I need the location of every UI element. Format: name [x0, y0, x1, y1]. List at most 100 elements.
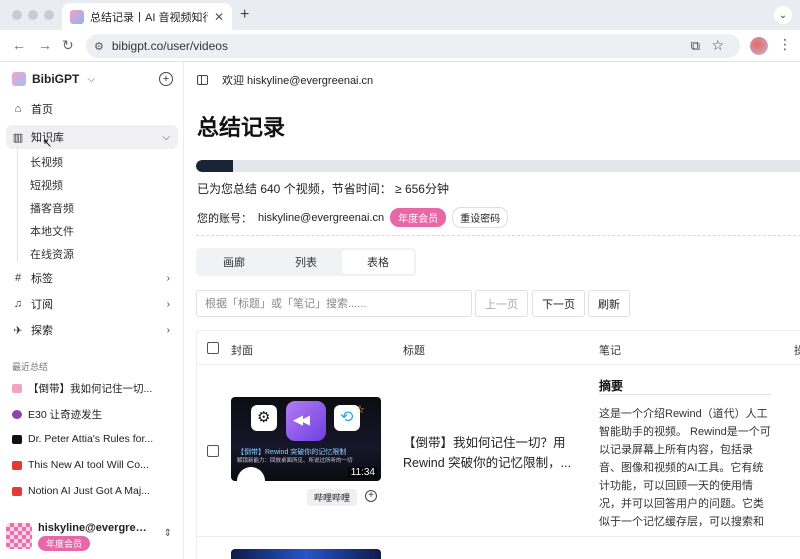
table-header: 封面 标题 笔记 操 — [197, 331, 800, 365]
column-header-actions: 操 — [794, 345, 800, 357]
membership-badge: 年度会员 — [38, 535, 91, 551]
chevron-right-icon: › — [166, 272, 170, 284]
recent-item[interactable]: Notion AI Just Got A Maj... — [12, 485, 177, 497]
home-icon: ⌂ — [14, 103, 22, 115]
reset-password-button[interactable]: 重设密码 — [452, 207, 509, 228]
omnibox[interactable]: ⚙ bibigpt.co/user/videos ⧉ ☆ — [86, 34, 740, 58]
chevron-down-icon: ⌵ — [87, 73, 95, 85]
workspace-switcher[interactable]: BibiGPT ⌵ — [12, 72, 95, 86]
chevron-right-icon: › — [166, 298, 170, 310]
chevron-right-icon: › — [166, 324, 170, 336]
sidebar-subitem-online[interactable]: 在线资源 — [30, 246, 74, 262]
note-text: 这是一个介绍Rewind（道代）人工智能助手的视频。 Rewind是一个可以记录… — [599, 408, 771, 528]
sidebar-subitem-long-video[interactable]: 长视频 — [30, 154, 63, 170]
divider — [196, 235, 800, 236]
sidebar-item-library[interactable]: ▥ 知识库 ⌵ — [6, 125, 178, 149]
page-title: 总结记录 — [197, 115, 286, 140]
recent-item[interactable]: Dr. Peter Attia's Rules for... — [12, 433, 177, 445]
youtube-icon — [12, 460, 22, 470]
tab-list[interactable]: 列表 — [270, 250, 342, 274]
new-tab-icon[interactable]: + — [240, 6, 249, 24]
search-input[interactable] — [196, 290, 472, 317]
bookmark-star-icon[interactable]: ☆ — [711, 37, 724, 54]
sidebar-subitem-short-video[interactable]: 短视频 — [30, 177, 63, 193]
main-content: 欢迎 hiskyline@evergreenai.cn 总结记录 已为您总结 6… — [185, 62, 800, 559]
next-page-button[interactable]: 下一页 — [532, 290, 585, 317]
toggle-sidebar-icon[interactable] — [197, 75, 208, 85]
profile-avatar-icon[interactable] — [750, 37, 768, 55]
user-email: hiskyline@evergreenai.cn — [38, 521, 150, 534]
forward-icon[interactable]: → — [38, 37, 52, 53]
sidebar-item-label: 订阅 — [31, 299, 53, 311]
column-header-cover: 封面 — [231, 345, 253, 357]
top-bar: 欢迎 hiskyline@evergreenai.cn — [197, 72, 373, 88]
url-text: bibigpt.co/user/videos — [111, 39, 228, 53]
bell-icon: ♫ — [13, 298, 23, 310]
prev-page-button[interactable]: 上一页 — [475, 290, 528, 317]
telescope-icon: ✈ — [13, 324, 23, 337]
recent-section-label: 最近总结 — [12, 362, 49, 372]
add-circle-icon[interactable]: + — [159, 72, 173, 86]
note-divider — [599, 394, 771, 395]
bilibili-icon — [12, 384, 22, 393]
sidebar-item-tags[interactable]: # 标签 › — [6, 266, 178, 290]
welcome-text: 欢迎 hiskyline@evergreenai.cn — [222, 75, 374, 87]
back-icon[interactable]: ← — [12, 37, 26, 53]
column-header-title: 标题 — [403, 345, 425, 357]
sidebar-item-explore[interactable]: ✈ 探索 › — [6, 318, 178, 342]
window-close-button[interactable] — [12, 10, 22, 20]
sidebar: BibiGPT ⌵ + ⌂ 首页 ▥ 知识库 ⌵ 长视频 短视频 播客音频 本地… — [0, 62, 184, 559]
user-menu[interactable]: hiskyline@evergreenai.cn 年度会员 ⇕ — [6, 518, 178, 554]
sidebar-item-subscriptions[interactable]: ♫ 订阅 › — [6, 292, 178, 316]
chevron-updown-icon: ⇕ — [163, 528, 172, 539]
podcast-icon — [12, 410, 22, 419]
row-divider — [197, 536, 800, 537]
sidebar-subitem-local-file[interactable]: 本地文件 — [30, 223, 74, 239]
address-bar-row: ← → ↻ ⚙ bibigpt.co/user/videos ⧉ ☆ ⋮ — [0, 30, 800, 62]
window-minimize-button[interactable] — [28, 10, 38, 20]
hash-icon: # — [14, 272, 22, 284]
browser-tab-active[interactable]: 总结记录丨AI 音视频知行助理 ✕ — [62, 3, 232, 30]
brand-name: BibiGPT — [32, 72, 80, 86]
sidebar-item-label: 标签 — [31, 273, 53, 285]
browser-tab-title: 总结记录丨AI 音视频知行助理 — [90, 11, 208, 24]
source-badge: 哔哩哔哩 — [307, 489, 358, 506]
usage-progress-bar — [196, 160, 800, 172]
tab-search-icon[interactable]: ⌄ — [774, 6, 792, 24]
rewind-logo-icon — [286, 401, 326, 441]
tab-gallery[interactable]: 画廊 — [198, 250, 270, 274]
library-icon: ▥ — [12, 131, 24, 144]
window-zoom-button[interactable] — [44, 10, 54, 20]
video-thumbnail[interactable]: ☆ 【倒带】Rewind 突破你的记忆限制 解锁新能力：回放桌面所见、所说过所听… — [231, 397, 381, 481]
site-settings-icon[interactable]: ⚙ — [94, 40, 104, 53]
presenter-avatar — [237, 467, 265, 481]
select-all-checkbox[interactable] — [207, 342, 219, 354]
video-title[interactable]: 【倒带】我如何记住一切？用 Rewind 突破你的记忆限制，... — [403, 433, 578, 473]
browser-menu-icon[interactable]: ⋮ — [778, 36, 792, 53]
video-thumbnail[interactable] — [231, 549, 381, 559]
view-tabs: 画廊 列表 表格 — [196, 248, 416, 276]
close-tab-icon[interactable]: ✕ — [214, 10, 224, 24]
brand-logo-icon — [12, 72, 26, 86]
row-checkbox[interactable] — [207, 445, 219, 457]
tab-table[interactable]: 表格 — [342, 250, 414, 274]
sidebar-subitem-podcast[interactable]: 播客音频 — [30, 200, 74, 216]
cast-icon[interactable]: ⧉ — [691, 38, 700, 54]
star-icon: ☆ — [355, 404, 365, 416]
column-header-notes: 笔记 — [599, 345, 621, 357]
reload-icon[interactable]: ↻ — [62, 37, 74, 54]
recent-item[interactable]: E30 让奇迹发生 — [12, 407, 177, 422]
recent-item[interactable]: This New AI tool Will Co... — [12, 459, 177, 471]
account-label: 您的账号： — [197, 212, 252, 225]
member-badge: 年度会员 — [390, 208, 447, 227]
recent-item[interactable]: 【倒带】我如何记住一切... — [12, 381, 177, 396]
browser-tab-bar: 总结记录丨AI 音视频知行助理 ✕ + ⌄ — [0, 0, 800, 30]
add-circle-icon[interactable]: + — [365, 490, 377, 502]
summary-table: 封面 标题 笔记 操 ☆ 【倒带】Rewind 突破你的记忆限制 解锁新能力：回… — [196, 330, 800, 559]
refresh-button[interactable]: 刷新 — [588, 290, 630, 317]
youtube-icon — [12, 486, 22, 496]
note-heading: 摘要 — [599, 379, 624, 393]
sidebar-item-home[interactable]: ⌂ 首页 — [6, 97, 178, 121]
usage-progress-fill — [196, 160, 234, 172]
chatgpt-logo-icon — [251, 405, 277, 431]
